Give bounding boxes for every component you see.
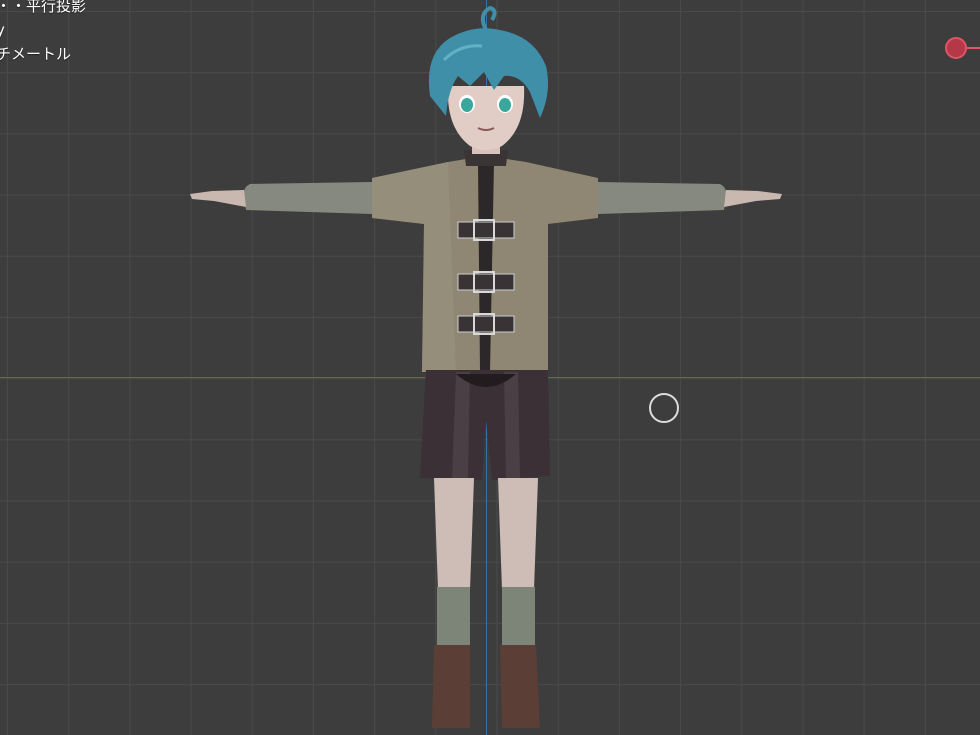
character-model[interactable] — [0, 0, 980, 735]
jacket-buckle — [457, 219, 515, 241]
3d-viewport[interactable]: ・・平行投影 y チメートル — [0, 0, 980, 735]
head — [447, 86, 525, 154]
jacket — [372, 150, 598, 372]
shorts — [420, 370, 550, 480]
viewport-info-overlay: ・・平行投影 y チメートル — [0, 0, 86, 66]
right-arm — [598, 182, 782, 214]
left-arm — [190, 182, 372, 214]
axis-x-gizmo-icon[interactable] — [945, 37, 967, 59]
jacket-buckle — [457, 313, 515, 335]
legs — [432, 478, 540, 728]
viewport-view-label: ・・平行投影 — [0, 0, 87, 15]
axis-x-gizmo-line — [967, 47, 980, 49]
viewport-collection-label: y — [0, 21, 5, 39]
3d-cursor-icon[interactable] — [649, 393, 679, 423]
jacket-buckle — [457, 271, 515, 293]
viewport-unit-label: チメートル — [0, 45, 72, 63]
